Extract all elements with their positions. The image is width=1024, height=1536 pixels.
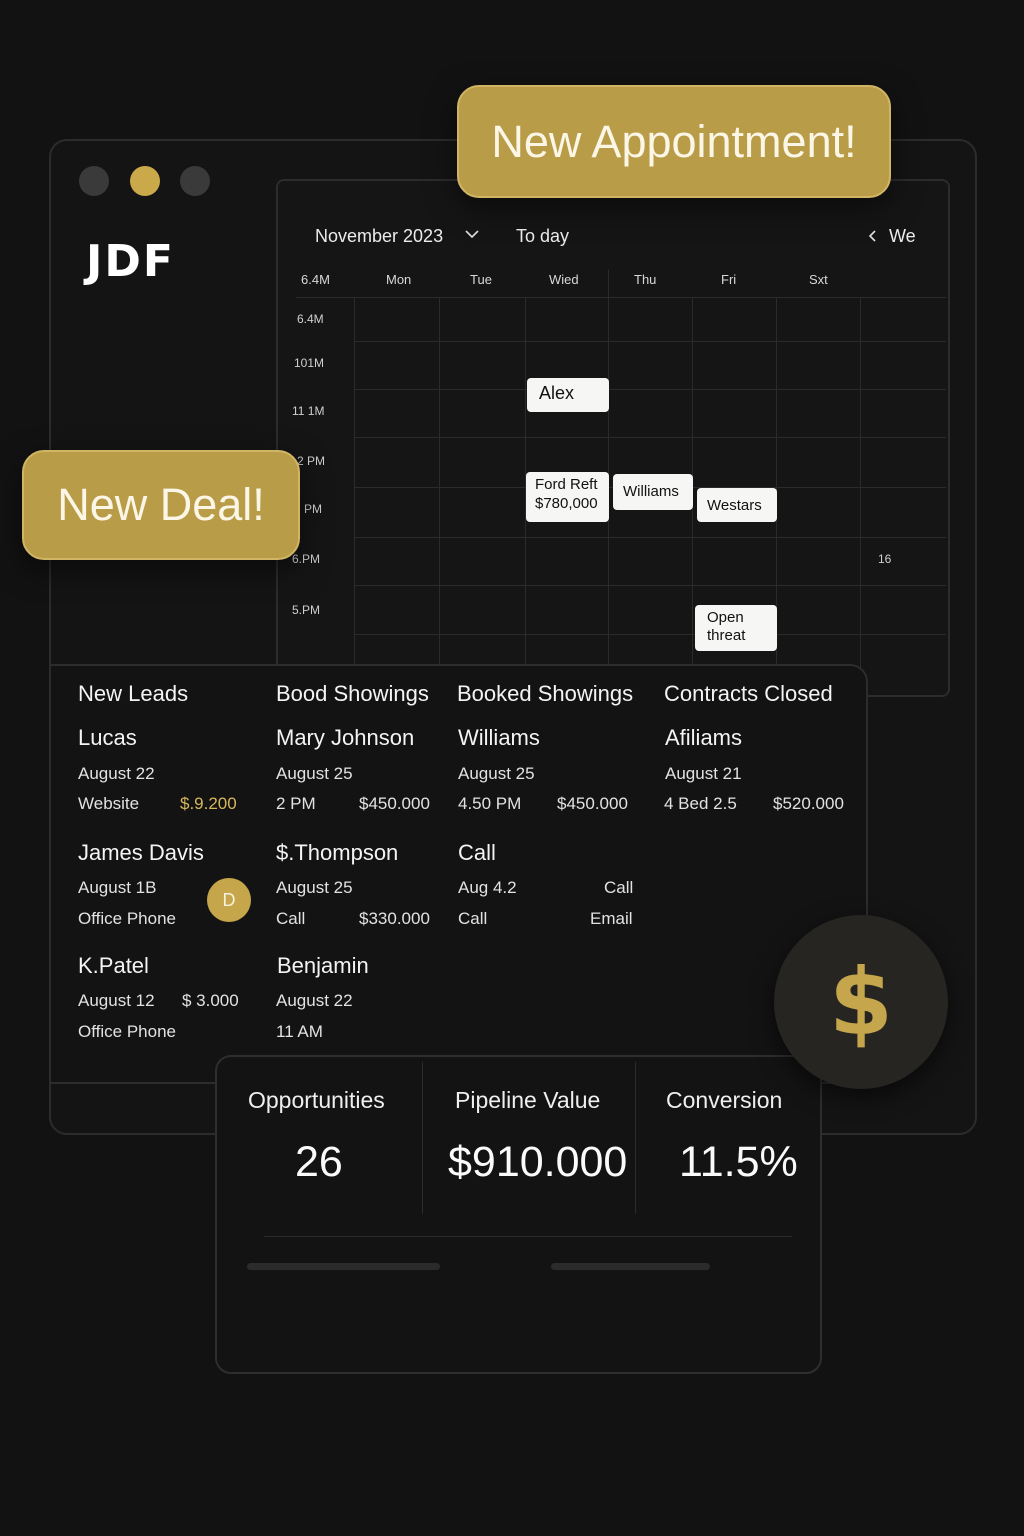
day-header-tue: Tue — [470, 272, 492, 287]
lead-name[interactable]: Lucas — [78, 725, 137, 751]
window-maximize-dot[interactable] — [180, 166, 210, 196]
time-label: PM — [304, 502, 322, 516]
new-deal-toast[interactable]: New Deal! — [22, 450, 300, 560]
dollar-icon: $ — [774, 915, 948, 1089]
grid-line — [354, 437, 946, 438]
time-label: 5.PM — [292, 603, 321, 617]
calendar-panel — [276, 179, 950, 697]
lead-name[interactable]: K.Patel — [78, 953, 149, 979]
lead-date: August 1B — [78, 878, 157, 897]
lead-date: August 22 — [78, 764, 155, 783]
event-open-threat[interactable]: Open threat — [695, 605, 777, 651]
event-title-line2: threat — [707, 627, 746, 644]
showing-amount: $330.000 — [359, 909, 430, 928]
jdf-logo: JDF — [86, 236, 175, 287]
today-button[interactable]: To day — [516, 226, 569, 247]
booked-name[interactable]: Williams — [458, 725, 540, 751]
grid-line — [354, 297, 355, 697]
dollar-symbol: $ — [828, 948, 893, 1056]
showing-time: 11 AM — [276, 1022, 323, 1041]
showing-amount: $450.000 — [359, 794, 430, 813]
avatar[interactable]: D — [207, 878, 251, 922]
showing-date: August 22 — [276, 991, 353, 1010]
booked-action[interactable]: Call — [604, 878, 633, 898]
lead-date: August 12 — [78, 991, 155, 1010]
window-close-dot[interactable] — [79, 166, 109, 196]
day-header-mon: Mon — [386, 272, 412, 287]
showing-date: August 25 — [276, 878, 353, 897]
stat-label-conversion: Conversion — [666, 1087, 783, 1113]
time-label: 2 PM — [297, 454, 326, 468]
stat-divider — [422, 1062, 423, 1214]
time-label: 11 1M — [292, 404, 325, 418]
showing-name[interactable]: Mary Johnson — [276, 725, 414, 751]
grid-line — [354, 537, 946, 538]
lead-amount: $ 3.000 — [182, 991, 239, 1010]
column-header-new-leads: New Leads — [78, 681, 189, 706]
booked-amount: $450.000 — [557, 794, 628, 813]
showing-name[interactable]: Benjamin — [277, 953, 369, 979]
stat-value-opportunities: 26 — [295, 1138, 343, 1186]
stat-value-pipeline-value: $910.000 — [448, 1138, 628, 1186]
time-column-header: 6.4M — [301, 272, 330, 287]
placeholder-bar — [551, 1263, 710, 1270]
column-header-bood-showings: Bood Showings — [276, 681, 429, 706]
grid-line — [354, 585, 946, 586]
time-label: 6.4M — [297, 312, 324, 326]
grid-line — [354, 634, 946, 635]
chevron-left-icon[interactable] — [866, 228, 878, 249]
day-number: 16 — [878, 552, 892, 566]
lead-source: Website — [78, 794, 140, 813]
booked-action[interactable]: Email — [590, 909, 633, 929]
event-title: Open — [707, 609, 744, 626]
event-amount: $780,000 — [535, 495, 598, 512]
booked-name[interactable]: Call — [458, 840, 496, 866]
time-label: 6.PM — [292, 552, 321, 566]
lead-source: Office Phone — [78, 909, 176, 928]
column-header-contracts-closed: Contracts Closed — [664, 681, 833, 706]
event-alex[interactable]: Alex — [527, 378, 609, 412]
grid-line — [296, 297, 946, 298]
view-selector[interactable]: We — [889, 226, 916, 247]
placeholder-bar — [247, 1263, 440, 1270]
event-title: Ford Reft — [535, 476, 598, 493]
day-header-wed: Wied — [549, 272, 579, 287]
new-appointment-toast[interactable]: New Appointment! — [457, 85, 891, 198]
contract-name[interactable]: Afiliams — [665, 725, 742, 751]
showing-time: 2 PM — [276, 794, 316, 813]
day-header-thu: Thu — [634, 272, 657, 287]
stat-divider — [635, 1062, 636, 1214]
lead-name[interactable]: James Davis — [78, 840, 204, 866]
grid-line — [439, 297, 440, 697]
stat-value-conversion: 11.5% — [679, 1138, 798, 1186]
lead-source: Office Phone — [78, 1022, 176, 1041]
window-minimize-dot[interactable] — [130, 166, 160, 196]
booked-date: August 25 — [458, 764, 535, 783]
grid-line — [354, 341, 946, 342]
booked-time: 4.50 PM — [458, 794, 522, 813]
contract-date: August 21 — [665, 764, 742, 783]
event-westars[interactable]: Westars — [697, 488, 777, 522]
day-header-fri: Fri — [721, 272, 737, 287]
event-ford-reft[interactable]: Ford Reft $780,000 — [526, 472, 609, 522]
stat-label-pipeline-value: Pipeline Value — [455, 1087, 601, 1113]
contract-amount: $520.000 — [773, 794, 844, 813]
time-label: 101M — [294, 356, 325, 370]
booked-time: Call — [458, 909, 488, 928]
grid-line — [354, 389, 946, 390]
booked-date: Aug 4.2 — [458, 878, 517, 897]
stats-divider — [264, 1236, 792, 1237]
lead-amount: $.9.200 — [180, 794, 237, 813]
contract-details: 4 Bed 2.5 — [664, 794, 737, 813]
event-williams[interactable]: Williams — [613, 474, 693, 510]
column-header-booked-showings: Booked Showings — [457, 681, 634, 706]
chevron-down-icon[interactable] — [464, 226, 480, 247]
showing-name[interactable]: $.Thompson — [276, 840, 398, 866]
month-selector[interactable]: November 2023 — [315, 226, 443, 247]
day-header-sat: Sxt — [809, 272, 828, 287]
showing-time: Call — [276, 909, 306, 928]
showing-date: August 25 — [276, 764, 353, 783]
stat-label-opportunities: Opportunities — [248, 1087, 385, 1113]
grid-line — [860, 297, 861, 697]
